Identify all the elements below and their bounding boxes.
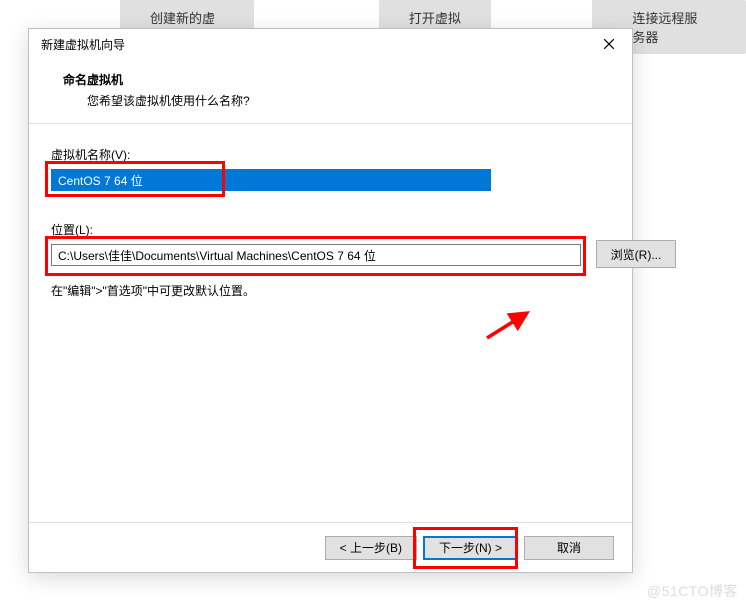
new-vm-wizard-dialog: 新建虚拟机向导 命名虚拟机 您希望该虚拟机使用什么名称? 虚拟机名称(V): 位… — [28, 28, 633, 573]
close-button[interactable] — [586, 29, 632, 59]
header-area: 命名虚拟机 您希望该虚拟机使用什么名称? — [29, 59, 632, 109]
browse-button[interactable]: 浏览(R)... — [596, 240, 676, 268]
location-input[interactable] — [51, 244, 581, 266]
vm-name-label: 虚拟机名称(V): — [51, 146, 610, 163]
cancel-button[interactable]: 取消 — [524, 536, 614, 560]
header-title: 命名虚拟机 — [63, 71, 632, 88]
back-button[interactable]: < 上一步(B) — [325, 536, 417, 560]
content-area: 虚拟机名称(V): 位置(L): 浏览(R)... 在"编辑">"首选项"中可更… — [29, 124, 632, 522]
close-icon — [604, 39, 614, 49]
vm-name-input[interactable] — [51, 169, 491, 191]
watermark: @51CTO博客 — [647, 581, 738, 601]
location-hint: 在"编辑">"首选项"中可更改默认位置。 — [51, 282, 610, 299]
header-subtitle: 您希望该虚拟机使用什么名称? — [63, 92, 632, 109]
location-label: 位置(L): — [51, 221, 610, 238]
next-button[interactable]: 下一步(N) > — [423, 536, 518, 560]
dialog-title: 新建虚拟机向导 — [41, 36, 125, 53]
button-bar: < 上一步(B) 下一步(N) > 取消 — [29, 522, 632, 572]
titlebar: 新建虚拟机向导 — [29, 29, 632, 59]
